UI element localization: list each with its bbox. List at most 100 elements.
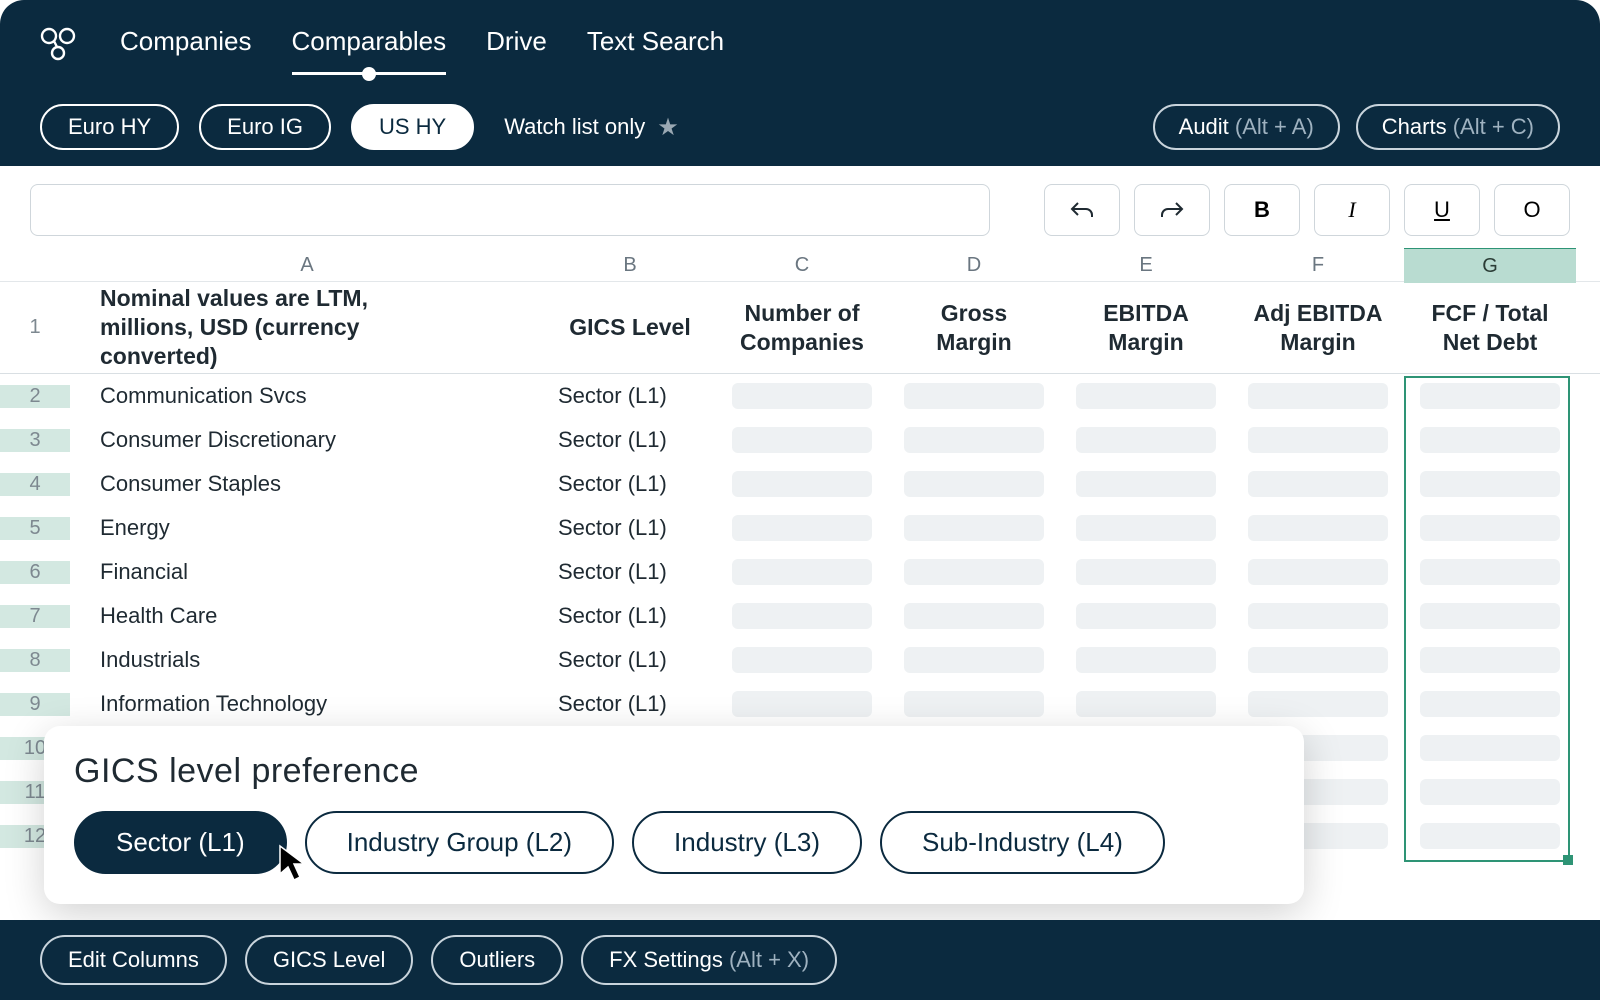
filter-us-hy[interactable]: US HY: [351, 104, 474, 150]
cell-metric[interactable]: [1404, 427, 1576, 453]
cell-sector-name[interactable]: Information Technology: [70, 691, 544, 717]
cell-metric[interactable]: [1404, 471, 1576, 497]
option-sub-industry-l4[interactable]: Sub-Industry (L4): [880, 811, 1165, 874]
cell-sector-name[interactable]: Financial: [70, 559, 544, 585]
edit-columns-button[interactable]: Edit Columns: [40, 935, 227, 985]
undo-button[interactable]: [1044, 184, 1120, 236]
cell-gics-level[interactable]: Sector (L1): [544, 691, 716, 717]
cell-metric[interactable]: [1232, 603, 1404, 629]
col-corner[interactable]: [0, 248, 70, 283]
cell-metric[interactable]: [716, 427, 888, 453]
row-num[interactable]: 5: [0, 517, 70, 540]
row-num[interactable]: 8: [0, 649, 70, 672]
col-e[interactable]: E: [1060, 248, 1232, 283]
cell-sector-name[interactable]: Health Care: [70, 603, 544, 629]
col-d[interactable]: D: [888, 248, 1060, 283]
cell-gics-level[interactable]: Sector (L1): [544, 427, 716, 453]
row-num[interactable]: 4: [0, 473, 70, 496]
cell-metric[interactable]: [1060, 691, 1232, 717]
outliers-button[interactable]: Outliers: [431, 935, 563, 985]
cell-metric[interactable]: [1060, 515, 1232, 541]
col-c[interactable]: C: [716, 248, 888, 283]
cell-gics-level[interactable]: Sector (L1): [544, 471, 716, 497]
redo-button[interactable]: [1134, 184, 1210, 236]
row-num-1[interactable]: 1: [0, 316, 70, 339]
cell-metric[interactable]: [1404, 735, 1576, 761]
filter-euro-hy[interactable]: Euro HY: [40, 104, 179, 150]
nav-companies[interactable]: Companies: [120, 26, 252, 63]
cell-metric[interactable]: [716, 471, 888, 497]
cell-sector-name[interactable]: Industrials: [70, 647, 544, 673]
cell-sector-name[interactable]: Communication Svcs: [70, 383, 544, 409]
option-industry-l3[interactable]: Industry (L3): [632, 811, 862, 874]
cell-metric[interactable]: [1060, 559, 1232, 585]
cell-gics-level[interactable]: Sector (L1): [544, 383, 716, 409]
option-sector-l1[interactable]: Sector (L1): [74, 811, 287, 874]
cell-sector-name[interactable]: Consumer Staples: [70, 471, 544, 497]
cell-metric[interactable]: [1404, 383, 1576, 409]
cell-metric[interactable]: [1232, 471, 1404, 497]
nav-text-search[interactable]: Text Search: [587, 26, 724, 63]
filter-euro-ig[interactable]: Euro IG: [199, 104, 331, 150]
cell-metric[interactable]: [888, 559, 1060, 585]
nav-drive[interactable]: Drive: [486, 26, 547, 63]
charts-button[interactable]: Charts (Alt + C): [1356, 104, 1560, 150]
audit-button[interactable]: Audit (Alt + A): [1153, 104, 1340, 150]
cell-metric[interactable]: [1232, 427, 1404, 453]
cell-metric[interactable]: [888, 471, 1060, 497]
cell-metric[interactable]: [1404, 603, 1576, 629]
row-num[interactable]: 7: [0, 605, 70, 628]
cell-metric[interactable]: [716, 559, 888, 585]
cell-metric[interactable]: [716, 515, 888, 541]
cell-metric[interactable]: [716, 691, 888, 717]
cell-metric[interactable]: [888, 603, 1060, 629]
bold-button[interactable]: B: [1224, 184, 1300, 236]
cell-metric[interactable]: [1404, 515, 1576, 541]
row-num[interactable]: 9: [0, 693, 70, 716]
cell-metric[interactable]: [888, 515, 1060, 541]
col-b[interactable]: B: [544, 248, 716, 283]
italic-button[interactable]: I: [1314, 184, 1390, 236]
other-format-button[interactable]: O: [1494, 184, 1570, 236]
row-num[interactable]: 6: [0, 561, 70, 584]
cell-metric[interactable]: [888, 427, 1060, 453]
cell-metric[interactable]: [1232, 383, 1404, 409]
option-industry-group-l2[interactable]: Industry Group (L2): [305, 811, 614, 874]
cell-metric[interactable]: [1060, 383, 1232, 409]
watchlist-toggle[interactable]: Watch list only ★: [504, 113, 679, 142]
col-f[interactable]: F: [1232, 248, 1404, 283]
cell-gics-level[interactable]: Sector (L1): [544, 515, 716, 541]
cell-metric[interactable]: [888, 383, 1060, 409]
cell-metric[interactable]: [1060, 603, 1232, 629]
cell-metric[interactable]: [1404, 691, 1576, 717]
cell-gics-level[interactable]: Sector (L1): [544, 603, 716, 629]
cell-metric[interactable]: [716, 603, 888, 629]
cell-metric[interactable]: [1232, 515, 1404, 541]
cell-metric[interactable]: [1404, 823, 1576, 849]
formula-input[interactable]: [30, 184, 990, 236]
row-num[interactable]: 2: [0, 385, 70, 408]
fx-settings-button[interactable]: FX Settings (Alt + X): [581, 935, 837, 985]
cell-metric[interactable]: [1404, 647, 1576, 673]
row-num[interactable]: 3: [0, 429, 70, 452]
cell-metric[interactable]: [1232, 559, 1404, 585]
cell-metric[interactable]: [1404, 779, 1576, 805]
cell-metric[interactable]: [888, 647, 1060, 673]
cell-sector-name[interactable]: Consumer Discretionary: [70, 427, 544, 453]
cell-metric[interactable]: [716, 383, 888, 409]
cell-gics-level[interactable]: Sector (L1): [544, 647, 716, 673]
nav-comparables[interactable]: Comparables: [292, 26, 447, 63]
col-g[interactable]: G: [1404, 248, 1576, 283]
col-a[interactable]: A: [70, 248, 544, 283]
cell-metric[interactable]: [1060, 427, 1232, 453]
underline-button[interactable]: U: [1404, 184, 1480, 236]
cell-metric[interactable]: [1060, 471, 1232, 497]
cell-metric[interactable]: [1232, 647, 1404, 673]
cell-metric[interactable]: [716, 647, 888, 673]
cell-sector-name[interactable]: Energy: [70, 515, 544, 541]
cell-metric[interactable]: [888, 691, 1060, 717]
cell-gics-level[interactable]: Sector (L1): [544, 559, 716, 585]
cell-metric[interactable]: [1232, 691, 1404, 717]
cell-metric[interactable]: [1060, 647, 1232, 673]
gics-level-button[interactable]: GICS Level: [245, 935, 414, 985]
